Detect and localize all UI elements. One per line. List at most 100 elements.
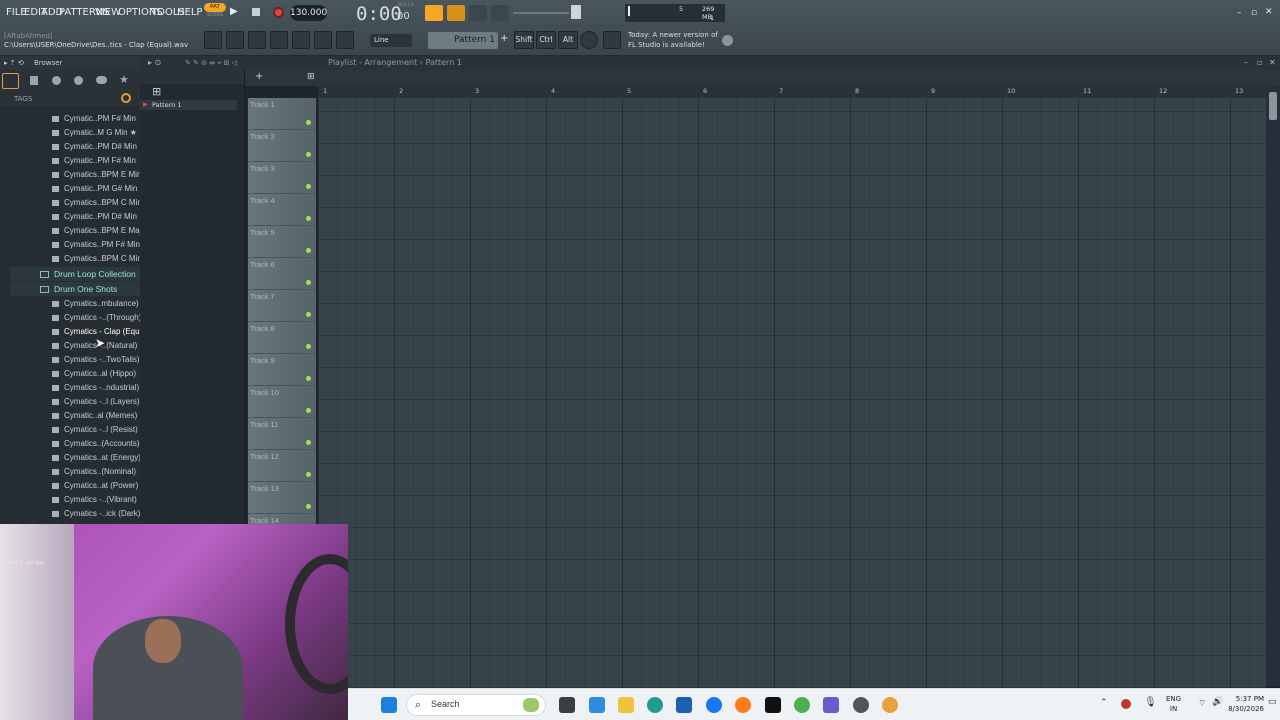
pat-song-toggle[interactable]: PAT SONG — [204, 3, 226, 23]
browser-file-item[interactable]: Cymatic..PM D# Min — [52, 140, 137, 154]
track-header[interactable]: Track 13 — [248, 482, 316, 514]
vertical-scrollbar[interactable] — [1266, 86, 1280, 686]
browser-file-item[interactable]: Cymatics..(Nominal) — [52, 465, 136, 479]
browser-file-item[interactable]: Cymatics -..l (Resist) — [52, 423, 138, 437]
add-track-icon[interactable]: + — [255, 71, 263, 82]
tempo-display[interactable]: 130.000 — [290, 5, 327, 21]
track-header[interactable]: Track 1 — [248, 98, 316, 130]
track-header[interactable]: Track 4 — [248, 194, 316, 226]
countdown-icon[interactable] — [469, 5, 487, 21]
copilot-icon[interactable] — [589, 697, 605, 713]
snap-select[interactable]: Line — [370, 34, 412, 47]
browser-file-item[interactable]: Cymatics..at (Power) — [52, 479, 138, 493]
track-header[interactable]: Track 3 — [248, 162, 316, 194]
volume-icon[interactable]: 🔊 — [1212, 697, 1223, 707]
browser-plugin-icon[interactable] — [52, 76, 61, 85]
stop-button[interactable] — [252, 8, 260, 16]
track-led-icon[interactable] — [306, 120, 311, 125]
browser-cloud-icon[interactable] — [96, 76, 107, 84]
browser-arrows-icon[interactable]: ▸ ⇡ ⟲ — [4, 56, 24, 70]
browser-file-item[interactable]: Cymatic..PM F# Min — [52, 112, 136, 126]
menu-help[interactable]: HELP — [177, 7, 202, 18]
search-icon[interactable] — [121, 93, 131, 103]
browser-file-item[interactable]: Cymatics -..ndustrial) — [52, 381, 139, 395]
news-globe-icon[interactable] — [722, 35, 733, 46]
track-led-icon[interactable] — [306, 504, 311, 509]
add-pattern-icon[interactable]: + — [500, 33, 508, 44]
track-led-icon[interactable] — [306, 184, 311, 189]
close-icon[interactable]: ✕ — [1265, 7, 1273, 17]
browser-file-item[interactable]: Cymatics..PM F# Min — [52, 238, 140, 252]
master-pitch-slider[interactable] — [513, 12, 569, 14]
track-led-icon[interactable] — [306, 408, 311, 413]
arrow-icon[interactable] — [314, 31, 332, 49]
shift-key-button[interactable]: Shift — [514, 31, 534, 49]
mic-icon[interactable] — [336, 31, 354, 49]
playlist-close-icon[interactable]: ✕ — [1269, 56, 1276, 70]
track-header[interactable]: Track 2 — [248, 130, 316, 162]
start-icon[interactable] — [381, 697, 397, 713]
browser-file-item[interactable]: Cymatics -..l (Layers) — [52, 395, 140, 409]
minimize-icon[interactable]: – — [1237, 8, 1242, 18]
track-header[interactable]: Track 8 — [248, 322, 316, 354]
browser-file-item[interactable]: Cymatic..al (Memes) — [52, 409, 137, 423]
metronome-icon[interactable] — [425, 5, 443, 21]
browser-file-item[interactable]: Cymatics..BPM C Min — [52, 252, 142, 266]
playlist-max-icon[interactable]: ▫ — [1257, 56, 1262, 70]
x-icon[interactable] — [765, 697, 781, 713]
browser-file-item[interactable]: Cymatics..al (Hippo) — [52, 367, 136, 381]
teams-icon[interactable] — [823, 697, 839, 713]
picker-icon[interactable]: ⊞ — [152, 85, 161, 98]
track-led-icon[interactable] — [306, 376, 311, 381]
browser-star-icon[interactable]: ★ — [119, 73, 129, 86]
track-led-icon[interactable] — [306, 472, 311, 477]
firefox-icon[interactable] — [735, 697, 751, 713]
playlist-min-icon[interactable]: – — [1244, 56, 1248, 70]
shop-icon[interactable] — [603, 31, 621, 49]
browser-file-item[interactable]: Cymatic..M G Min ★ — [52, 126, 137, 140]
master-volume-knob[interactable] — [571, 5, 581, 19]
online-icon[interactable] — [580, 31, 598, 49]
tray-app-icon[interactable] — [1121, 699, 1131, 709]
alt-key-button[interactable]: Alt — [558, 31, 578, 49]
browser-mode-icon[interactable] — [2, 73, 19, 89]
facebook-icon[interactable] — [706, 697, 722, 713]
playlist-window-icon[interactable] — [204, 31, 222, 49]
track-led-icon[interactable] — [306, 248, 311, 253]
track-header[interactable]: Track 10 — [248, 386, 316, 418]
track-header[interactable]: Track 11 — [248, 418, 316, 450]
browser-file-item[interactable]: Cymatics..BPM E Min — [52, 168, 141, 182]
ctrl-key-button[interactable]: Ctrl — [536, 31, 556, 49]
browser-file-item[interactable]: Cymatic..PM G# Min — [52, 182, 137, 196]
mixer-icon[interactable] — [270, 31, 288, 49]
pattern-selector[interactable]: Pattern 1 — [428, 32, 498, 49]
track-header[interactable]: Track 9 — [248, 354, 316, 386]
track-led-icon[interactable] — [306, 280, 311, 285]
task-view-icon[interactable] — [559, 697, 575, 713]
play-button[interactable]: ▶ — [230, 6, 238, 17]
chrome-icon[interactable] — [794, 697, 810, 713]
edge-icon[interactable] — [647, 697, 663, 713]
fl-studio-icon[interactable] — [882, 697, 898, 713]
track-header[interactable]: Track 7 — [248, 290, 316, 322]
browser-file-item[interactable]: Cymatics -..(Vibrant) — [52, 493, 137, 507]
track-led-icon[interactable] — [306, 440, 311, 445]
restore-icon[interactable]: ▫ — [1251, 8, 1257, 18]
browser-file-item[interactable]: Cymatics..mbulance) — [52, 297, 139, 311]
track-led-icon[interactable] — [306, 152, 311, 157]
scroll-thumb[interactable] — [1269, 92, 1277, 120]
language-indicator[interactable]: ENG IN — [1166, 694, 1181, 714]
plugin-icon[interactable] — [292, 31, 310, 49]
blend-notes-icon[interactable] — [491, 5, 509, 21]
browser-file-item[interactable]: Cymatics..at (Energy) — [52, 451, 141, 465]
notification-icon[interactable]: ▭ — [1268, 697, 1277, 707]
track-led-icon[interactable] — [306, 344, 311, 349]
browser-file-icon[interactable] — [30, 76, 38, 85]
browser-file-item[interactable]: Cymatics -..ick (Dark) — [52, 507, 140, 521]
record-button[interactable] — [273, 7, 284, 18]
obs-icon[interactable] — [853, 697, 869, 713]
channel-rack-icon[interactable] — [248, 31, 266, 49]
track-grid-icon[interactable]: ⊞ — [307, 72, 315, 82]
pattern-item[interactable]: ▶ Pattern 1 — [140, 100, 237, 110]
track-led-icon[interactable] — [306, 216, 311, 221]
